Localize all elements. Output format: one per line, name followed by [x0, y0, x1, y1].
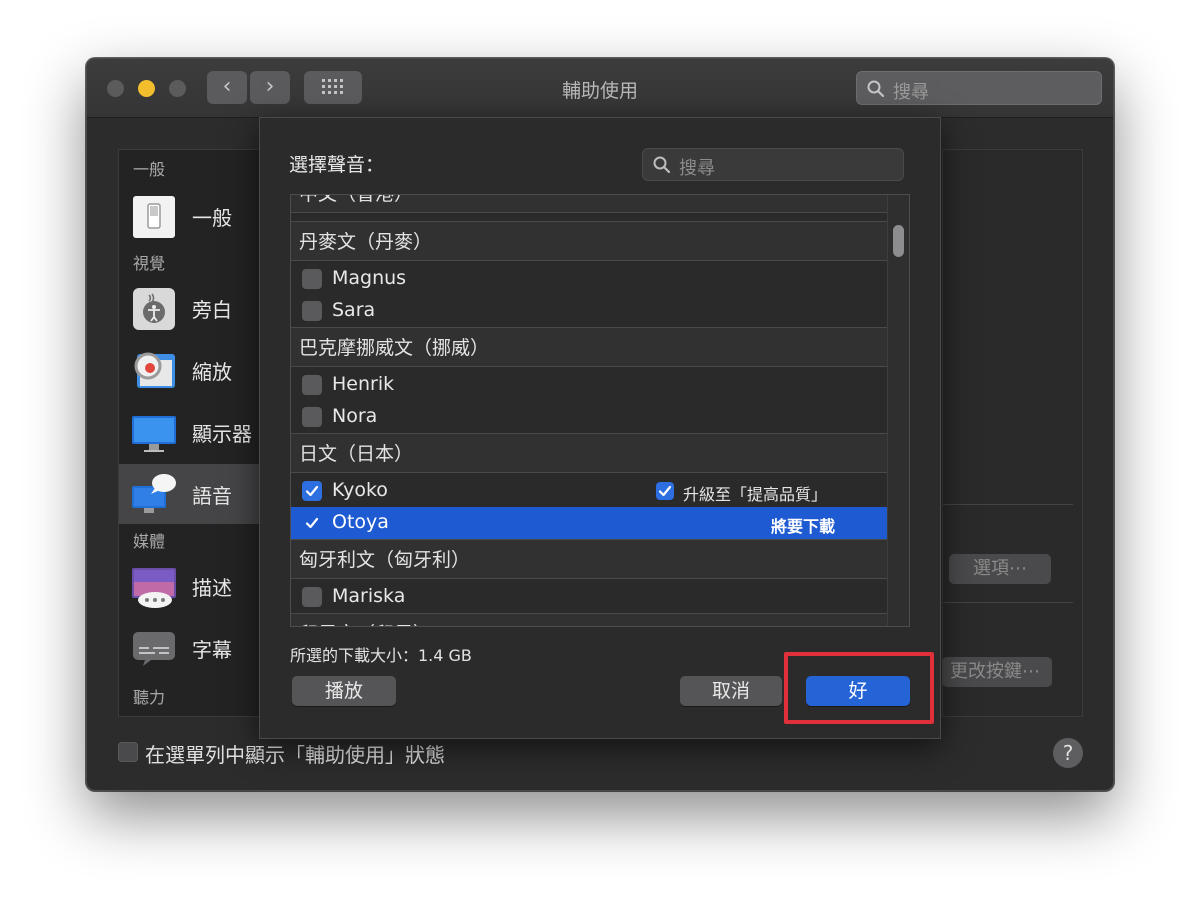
window-search-field[interactable]: 搜尋 — [856, 71, 1102, 105]
voice-name: Magnus — [332, 267, 407, 289]
sidebar-item-display[interactable]: 顯示器 — [119, 402, 260, 462]
voice-name: Nora — [332, 405, 378, 427]
cancel-button[interactable]: 取消 — [680, 676, 782, 706]
voice-checkbox[interactable] — [302, 375, 322, 395]
scrollbar-thumb[interactable] — [893, 225, 904, 257]
ok-button-highlight-box — [784, 652, 934, 724]
voice-name: Henrik — [332, 373, 395, 395]
language-group-header: 印尼文（印尼） — [291, 613, 887, 626]
speech-settings-panel — [942, 149, 1083, 717]
zoom-icon — [134, 352, 175, 388]
sidebar-section-vision: 視覺 — [133, 254, 166, 273]
preferences-window: ‹ › 輔助使用 搜尋 一般 一般 視覺 旁白 縮放 顯示器 語音 媒體 描述 … — [86, 58, 1114, 791]
checkmark-icon — [658, 485, 672, 497]
voice-name: Mariska — [332, 585, 406, 607]
sidebar-item-label: 語音 — [192, 484, 232, 508]
sidebar-item-label: 縮放 — [192, 360, 232, 384]
help-button[interactable]: ? — [1053, 738, 1083, 768]
sidebar-item-voiceover[interactable]: 旁白 — [119, 278, 260, 338]
search-placeholder: 搜尋 — [893, 82, 929, 103]
voice-list[interactable]: 中文（香港） 丹麥文（丹麥） Magnus Sara 巴克摩挪威文（挪威） He… — [290, 194, 910, 627]
voice-checkbox[interactable] — [302, 407, 322, 427]
title-bar: ‹ › 輔助使用 搜尋 — [87, 59, 1113, 118]
captions-icon — [133, 632, 175, 666]
voice-checkbox[interactable] — [302, 587, 322, 607]
voice-name: Kyoko — [332, 479, 388, 501]
language-group-header: 巴克摩挪威文（挪威） — [291, 327, 887, 367]
sidebar-item-descriptions[interactable]: 描述 — [119, 556, 260, 616]
voice-row-kyoko[interactable]: Kyoko 升級至「提高品質」 — [291, 475, 887, 507]
sidebar-item-captions[interactable]: 字幕 — [119, 618, 260, 678]
search-icon — [867, 80, 885, 98]
divider — [943, 504, 1073, 505]
voice-row-magnus[interactable]: Magnus — [291, 263, 887, 295]
voice-row-nora[interactable]: Nora — [291, 401, 887, 433]
search-icon — [653, 156, 671, 174]
voiceover-icon — [133, 288, 175, 330]
sidebar-section-general: 一般 — [133, 160, 166, 179]
change-key-button[interactable]: 更改按鍵⋯ — [942, 657, 1052, 687]
sidebar-item-label: 旁白 — [192, 298, 232, 322]
sidebar-item-speech[interactable]: 語音 — [119, 464, 260, 524]
descriptions-icon — [132, 568, 176, 608]
upgrade-quality-label: 升級至「提高品質」 — [683, 485, 828, 504]
voice-row-otoya[interactable]: Otoya 將要下載 — [291, 507, 887, 539]
voice-name: Otoya — [332, 511, 389, 533]
sidebar-item-zoom[interactable]: 縮放 — [119, 340, 260, 400]
search-placeholder: 搜尋 — [679, 158, 715, 179]
play-button[interactable]: 播放 — [292, 676, 396, 706]
language-group-header: 日文（日本） — [291, 433, 887, 473]
sidebar-item-label: 描述 — [192, 576, 232, 600]
voice-row-mariska[interactable]: Mariska — [291, 581, 887, 613]
speech-icon — [132, 474, 176, 513]
voice-name: Sara — [332, 299, 376, 321]
display-icon — [132, 416, 176, 452]
sidebar-section-media: 媒體 — [133, 532, 166, 551]
checkmark-icon — [305, 485, 319, 497]
options-button[interactable]: 選項⋯ — [949, 554, 1051, 584]
voice-checkbox-checked[interactable] — [302, 481, 322, 501]
language-group-header: 丹麥文（丹麥） — [291, 221, 887, 261]
voice-checkbox[interactable] — [302, 269, 322, 289]
sidebar-item-label: 字幕 — [192, 638, 232, 662]
voice-checkbox-checked[interactable] — [302, 513, 322, 533]
switch-icon — [133, 196, 175, 238]
voice-selection-sheet: 選擇聲音： 搜尋 中文（香港） 丹麥文（丹麥） Magnus Sara 巴克摩挪… — [259, 117, 941, 739]
voice-checkbox[interactable] — [302, 301, 322, 321]
divider — [943, 602, 1073, 603]
menu-bar-status-checkbox[interactable] — [118, 742, 138, 762]
download-status-label: 將要下載 — [771, 517, 836, 536]
voice-row-sara[interactable]: Sara — [291, 295, 887, 327]
sidebar-item-label: 一般 — [192, 206, 232, 230]
sidebar-section-hearing: 聽力 — [133, 688, 166, 707]
language-group-header: 匈牙利文（匈牙利） — [291, 539, 887, 579]
language-group-header: 中文（香港） — [291, 195, 887, 213]
sidebar-item-general[interactable]: 一般 — [119, 186, 260, 246]
checkmark-icon — [305, 517, 319, 529]
scrollbar[interactable] — [887, 195, 909, 626]
menu-bar-status-label: 在選單列中顯示「輔助使用」狀態 — [145, 743, 445, 767]
sidebar: 一般 一般 視覺 旁白 縮放 顯示器 語音 媒體 描述 字幕 聽力 — [118, 149, 261, 717]
voice-row-henrik[interactable]: Henrik — [291, 369, 887, 401]
download-size-label: 所選的下載大小：1.4 GB — [290, 646, 472, 665]
sheet-title: 選擇聲音： — [289, 154, 385, 176]
voice-search-field[interactable]: 搜尋 — [642, 148, 904, 181]
sidebar-item-label: 顯示器 — [192, 422, 252, 446]
upgrade-quality-checkbox[interactable] — [656, 482, 674, 500]
